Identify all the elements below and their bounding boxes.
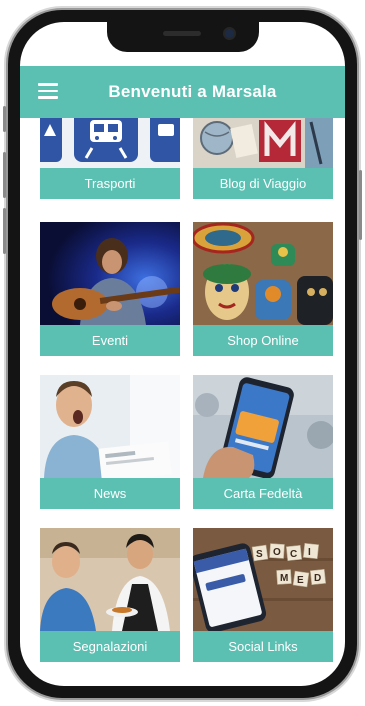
svg-text:E: E [297,575,304,586]
power-button [359,170,362,240]
screen: Benvenuti a Marsala Trasporti Blog di Vi… [20,22,345,686]
travel-blog-icon [193,118,333,168]
front-camera [225,29,234,38]
tile-label: Shop Online [193,325,333,356]
menu-grid: Trasporti Blog di Viaggio Eventi Shop On… [20,118,345,686]
volume-up-button [3,152,6,198]
phone-frame: Benvenuti a Marsala Trasporti Blog di Vi… [3,10,362,698]
svg-text:I: I [308,547,311,558]
transport-icon [40,118,180,168]
tile-label: Carta Fedeltà [193,478,333,509]
svg-text:S: S [256,549,263,560]
news-photo [40,375,180,478]
loyalty-card-photo [193,375,333,478]
tile-label: Blog di Viaggio [193,168,333,199]
tile-label: Trasporti [40,168,180,199]
svg-text:M: M [280,573,288,584]
mute-switch [3,106,6,132]
social-media-photo: S O C I M E D [193,528,333,631]
svg-text:D: D [314,573,321,584]
svg-text:O: O [273,547,281,558]
souvenir-photo [193,222,333,325]
tile-label: Segnalazioni [40,631,180,662]
svg-text:C: C [290,549,297,560]
notch [107,22,259,52]
tile-label: Social Links [193,631,333,662]
tile-label: Eventi [40,325,180,356]
app-header: Benvenuti a Marsala [20,66,345,118]
speaker-grille [163,31,201,36]
reports-photo [40,528,180,631]
volume-down-button [3,208,6,254]
tile-label: News [40,478,180,509]
page-title: Benvenuti a Marsala [108,82,277,101]
guitar-player-photo [40,222,180,325]
